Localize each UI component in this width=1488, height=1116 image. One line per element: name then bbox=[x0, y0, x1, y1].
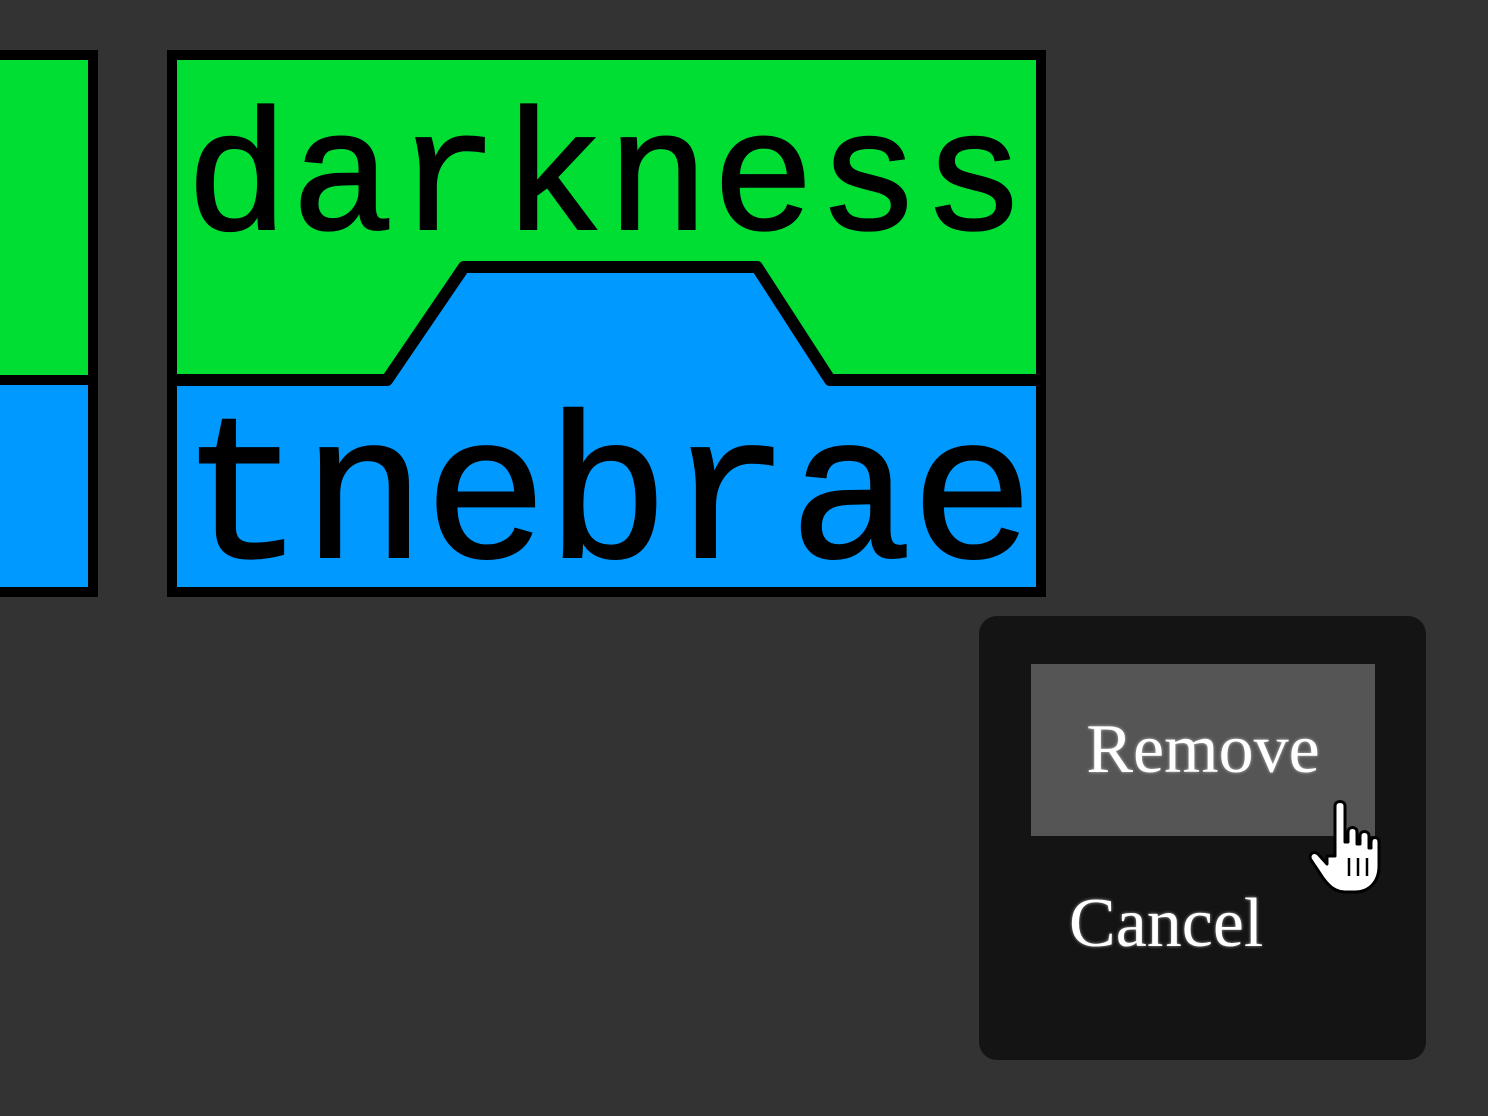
card-bottom-word: tnebrae bbox=[180, 386, 1035, 597]
card-darkness-tnebrae[interactable]: darkness tnebrae bbox=[167, 50, 1046, 597]
card-partial[interactable] bbox=[0, 50, 98, 597]
card-partial-split bbox=[0, 60, 88, 587]
card-top-word: darkness bbox=[185, 86, 1028, 281]
hand-pointer-icon bbox=[1308, 800, 1381, 894]
canvas: darkness tnebrae Remove Cancel bbox=[0, 0, 1488, 1116]
